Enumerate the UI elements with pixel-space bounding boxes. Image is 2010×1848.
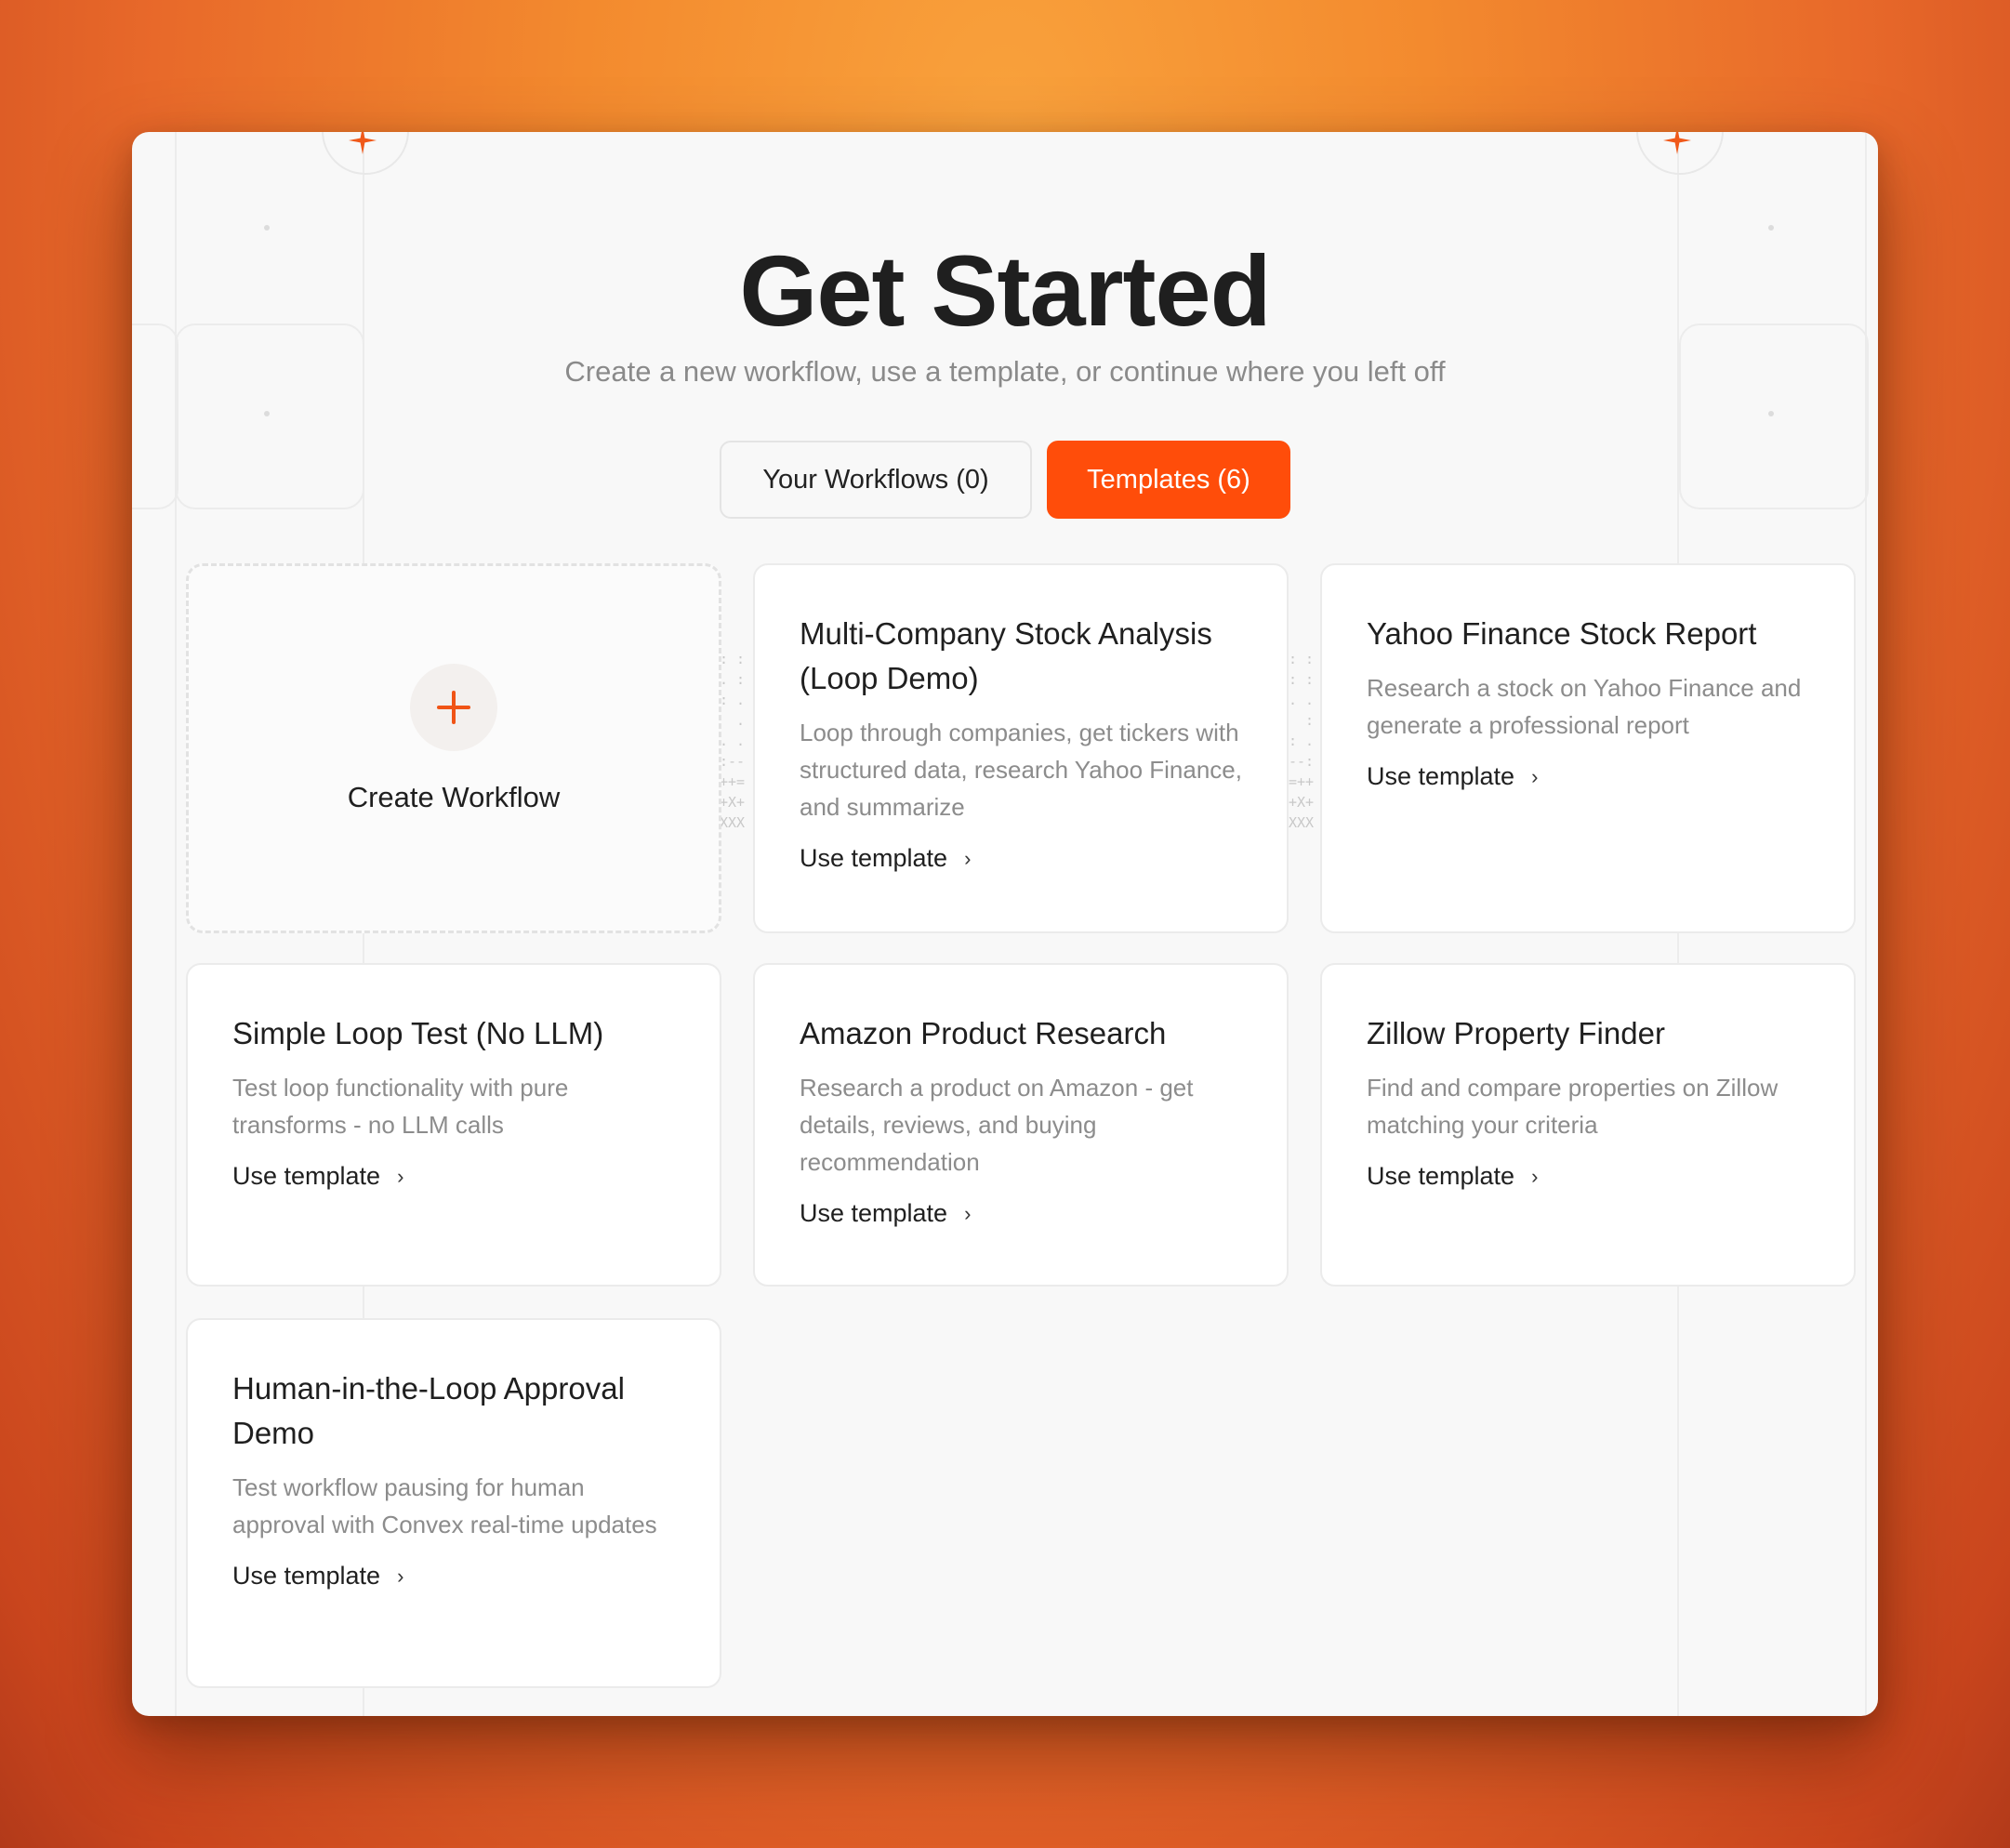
- use-template-label: Use template: [1367, 762, 1515, 790]
- template-description: Loop through companies, get tickers with…: [800, 719, 1242, 821]
- template-card[interactable]: Zillow Property Finder Find and compare …: [1320, 963, 1856, 1287]
- chevron-right-icon: ›: [964, 1201, 972, 1225]
- template-description: Research a stock on Yahoo Finance and ge…: [1367, 674, 1802, 739]
- page-title: Get Started: [739, 234, 1271, 347]
- template-title: Amazon Product Research: [800, 1016, 1167, 1050]
- template-description: Research a product on Amazon - get detai…: [800, 1074, 1194, 1176]
- use-template-link[interactable]: Use template ›: [800, 844, 971, 873]
- chevron-right-icon: ›: [1531, 1164, 1539, 1188]
- use-template-label: Use template: [232, 1162, 381, 1190]
- tab-your-workflows[interactable]: Your Workflows (0): [720, 441, 1032, 519]
- ascii-decoration: : : : : . . : : . --: =++ +X+ XXX: [1289, 651, 1315, 831]
- create-workflow-card[interactable]: Create Workflow: [186, 563, 721, 933]
- chevron-right-icon: ›: [397, 1564, 404, 1588]
- template-description: Test loop functionality with pure transf…: [232, 1074, 569, 1139]
- grid-dot: [264, 411, 270, 416]
- template-title: Multi-Company Stock Analysis (Loop Demo): [800, 616, 1212, 695]
- template-card[interactable]: Amazon Product Research Research a produ…: [753, 963, 1289, 1287]
- use-template-label: Use template: [232, 1562, 381, 1590]
- plus-icon: [437, 691, 470, 724]
- template-title: Human-in-the-Loop Approval Demo: [232, 1371, 625, 1450]
- tab-templates[interactable]: Templates (6): [1047, 441, 1290, 519]
- use-template-link[interactable]: Use template ›: [232, 1562, 403, 1591]
- app-window: : : . : : . . . . :-- ++= +X+ XXX : : : …: [132, 132, 1878, 1716]
- template-card[interactable]: Yahoo Finance Stock Report Research a st…: [1320, 563, 1856, 933]
- grid-dot: [1768, 225, 1774, 231]
- use-template-link[interactable]: Use template ›: [232, 1162, 403, 1191]
- page-subtitle: Create a new workflow, use a template, o…: [564, 355, 1446, 388]
- chevron-right-icon: ›: [397, 1164, 404, 1188]
- use-template-link[interactable]: Use template ›: [800, 1199, 971, 1228]
- chevron-right-icon: ›: [1531, 764, 1539, 788]
- template-description: Find and compare properties on Zillow ma…: [1367, 1074, 1779, 1139]
- ascii-decoration: : : . : : . . . . :-- ++= +X+ XXX: [720, 651, 746, 831]
- template-card[interactable]: Human-in-the-Loop Approval Demo Test wor…: [186, 1318, 721, 1688]
- grid-dot: [264, 225, 270, 231]
- use-template-label: Use template: [1367, 1162, 1515, 1190]
- use-template-label: Use template: [800, 844, 948, 872]
- use-template-link[interactable]: Use template ›: [1367, 1162, 1538, 1191]
- view-tabs: Your Workflows (0) Templates (6): [132, 441, 1878, 519]
- template-title: Yahoo Finance Stock Report: [1367, 616, 1757, 651]
- create-icon-circle: [410, 664, 497, 751]
- create-workflow-label: Create Workflow: [347, 781, 561, 813]
- template-title: Simple Loop Test (No LLM): [232, 1016, 604, 1050]
- template-card[interactable]: Multi-Company Stock Analysis (Loop Demo)…: [753, 563, 1289, 933]
- template-title: Zillow Property Finder: [1367, 1016, 1665, 1050]
- use-template-label: Use template: [800, 1199, 948, 1227]
- grid-dot: [1768, 411, 1774, 416]
- chevron-right-icon: ›: [964, 846, 972, 870]
- use-template-link[interactable]: Use template ›: [1367, 762, 1538, 791]
- template-card[interactable]: Simple Loop Test (No LLM) Test loop func…: [186, 963, 721, 1287]
- template-description: Test workflow pausing for human approval…: [232, 1473, 657, 1538]
- backdrop: : : . : : . . . . :-- ++= +X+ XXX : : : …: [0, 0, 2010, 1848]
